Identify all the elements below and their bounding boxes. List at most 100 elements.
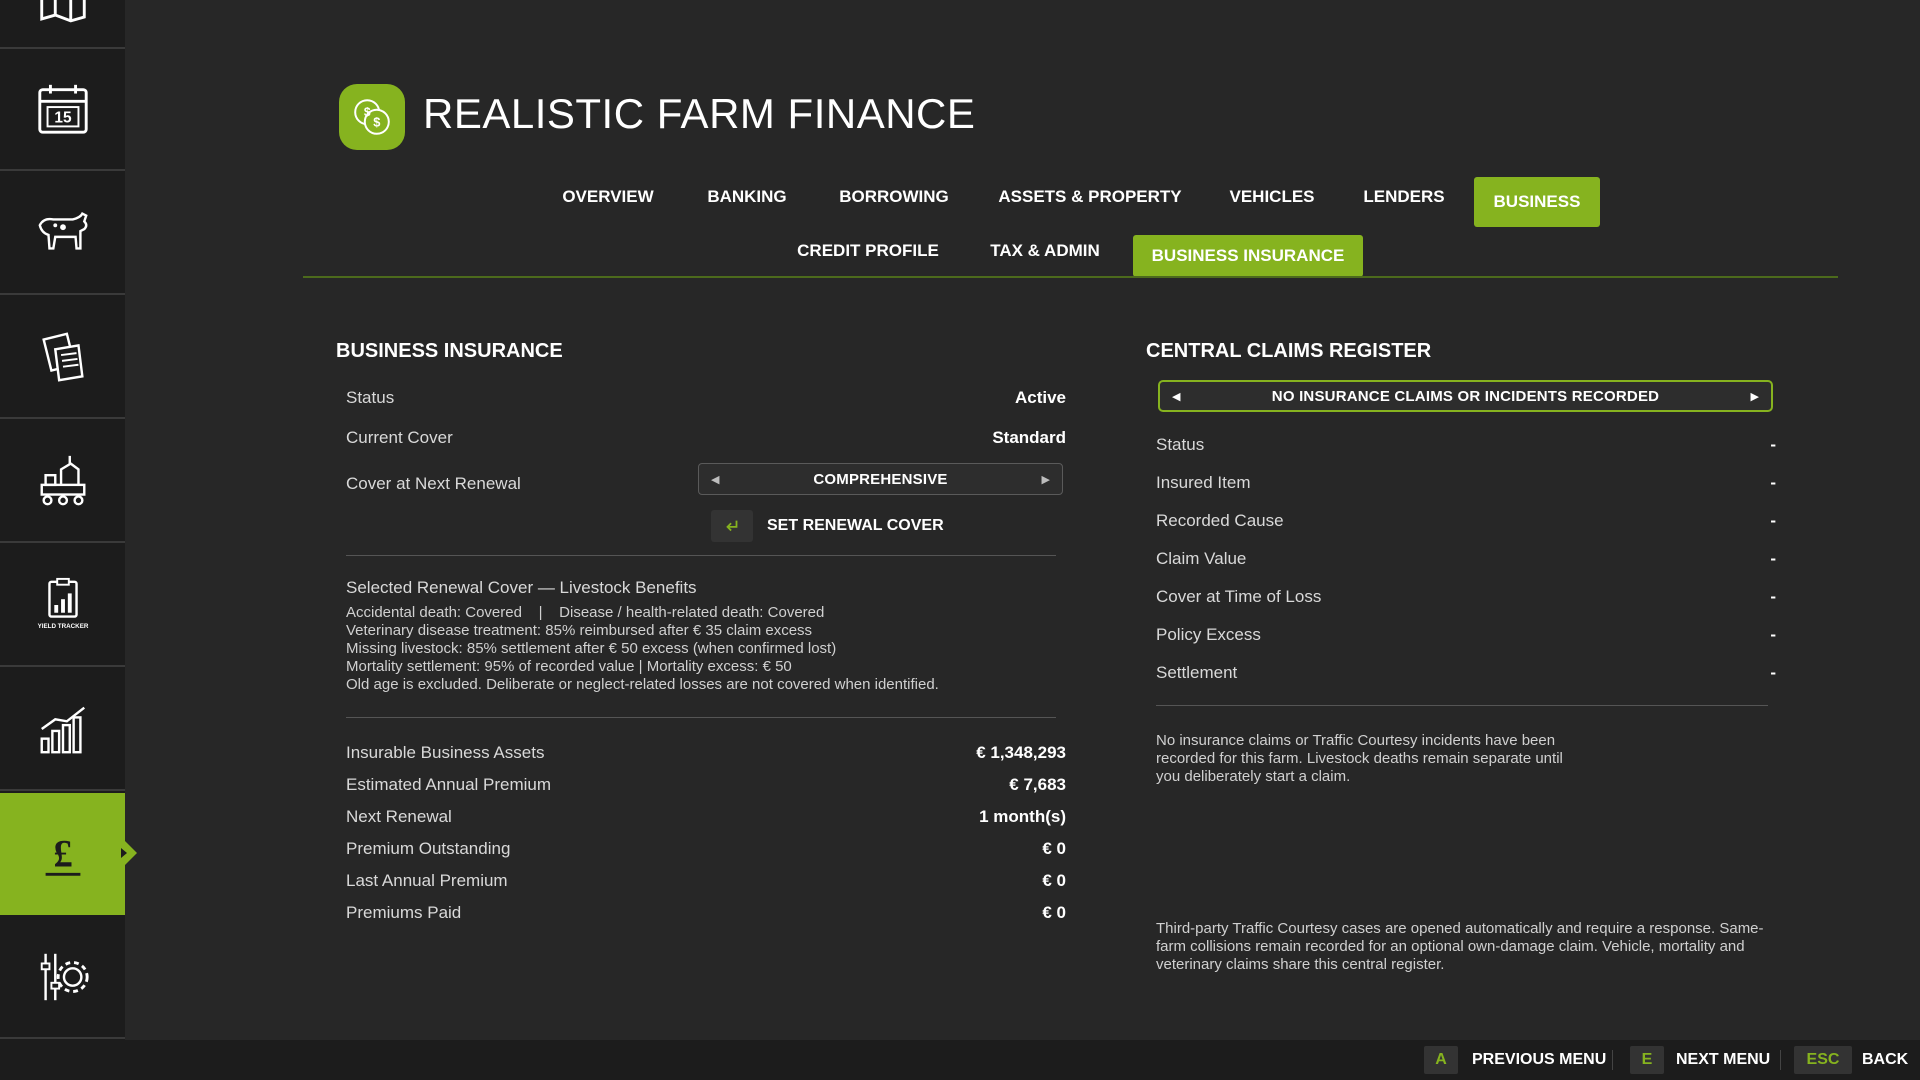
cow-icon — [38, 212, 88, 250]
summary-value: € 1,348,293 — [976, 743, 1066, 762]
status-value: Active — [1014, 388, 1066, 407]
pound-icon: £ — [45, 834, 80, 876]
summary-value: € 7,683 — [1009, 775, 1066, 794]
claims-selector[interactable]: ◀ NO INSURANCE CLAIMS OR INCIDENTS RECOR… — [1158, 380, 1773, 412]
claim-row-value: - — [1770, 473, 1776, 492]
benefit-line: Veterinary disease treatment: 85% reimbu… — [346, 622, 813, 639]
sidebar-item-finance[interactable]: £ — [0, 793, 137, 915]
claims-footnote: Third-party Traffic Courtesy cases are o… — [1156, 920, 1764, 973]
claim-row-value: - — [1770, 587, 1776, 606]
coins-icon: $ $ — [354, 99, 390, 135]
claim-row-label: Insured Item — [1156, 473, 1251, 492]
tab-vehicles[interactable]: VEHICLES — [1216, 172, 1328, 222]
app-logo: $ $ — [339, 84, 405, 150]
tab-business[interactable]: BUSINESS — [1474, 177, 1600, 227]
active-pointer-inner — [121, 848, 127, 858]
confirm-return-icon — [711, 510, 753, 542]
current-cover-value: Standard — [992, 428, 1066, 447]
next-menu-label[interactable]: NEXT MENU — [1676, 1046, 1770, 1074]
claim-row-value: - — [1770, 549, 1776, 568]
divider — [346, 555, 1056, 556]
summary-label: Premiums Paid — [346, 903, 462, 922]
back-label[interactable]: BACK — [1862, 1046, 1908, 1074]
summary-label: Last Annual Premium — [346, 871, 508, 890]
tab-borrowing[interactable]: BORROWING — [826, 172, 962, 222]
benefit-line: Missing livestock: 85% settlement after … — [346, 640, 837, 657]
back-key[interactable]: ESC — [1794, 1046, 1852, 1074]
calendar-icon: 15 — [37, 84, 88, 134]
tab-lenders[interactable]: LENDERS — [1352, 172, 1456, 222]
sidebar-item-contracts[interactable] — [0, 297, 125, 419]
summary-value: 1 month(s) — [979, 807, 1066, 826]
claims-title: CENTRAL CLAIMS REGISTER — [1146, 340, 1432, 362]
next-renewal-cover-label: Cover at Next Renewal — [346, 474, 521, 493]
claims-note: No insurance claims or Traffic Courtesy … — [1156, 732, 1563, 785]
stats-chart-icon — [40, 706, 85, 754]
tab-banking[interactable]: BANKING — [692, 172, 802, 222]
tab-credit-profile[interactable]: CREDIT PROFILE — [790, 226, 946, 276]
sidebar-item-map[interactable] — [0, 0, 125, 49]
arrow-right-icon[interactable]: ▶ — [1751, 390, 1759, 403]
tab-tax-admin[interactable]: TAX & ADMIN — [978, 226, 1112, 276]
sidebar-item-settings[interactable] — [0, 917, 125, 1039]
svg-text:$: $ — [364, 105, 371, 119]
divider — [1156, 705, 1768, 706]
claims-selector-value: NO INSURANCE CLAIMS OR INCIDENTS RECORDE… — [1271, 387, 1660, 405]
svg-text:15: 15 — [54, 110, 72, 127]
benefit-line: Accidental death: Covered | Disease / he… — [346, 604, 825, 621]
renewal-cover-selector[interactable]: ◀ COMPREHENSIVE ▶ — [698, 463, 1063, 495]
yield-tracker-icon: YIELD TRACKER — [37, 577, 88, 630]
summary-label: Premium Outstanding — [346, 839, 511, 858]
arrow-left-icon[interactable]: ◀ — [711, 473, 719, 486]
claim-row-value: - — [1770, 625, 1776, 644]
renewal-cover-value: COMPREHENSIVE — [813, 470, 948, 488]
next-menu-key[interactable]: E — [1630, 1046, 1664, 1074]
sidebar-item-statistics[interactable] — [0, 669, 125, 791]
map-icon — [39, 0, 86, 23]
claim-row-value: - — [1770, 435, 1776, 454]
summary-label: Estimated Annual Premium — [346, 775, 552, 794]
current-cover-label: Current Cover — [346, 428, 453, 447]
sidebar: 15 YIELD TRACKER £ — [0, 0, 137, 1040]
claim-row-value: - — [1770, 663, 1776, 682]
svg-text:$: $ — [373, 115, 380, 130]
footer-separator — [1612, 1050, 1613, 1070]
summary-label: Insurable Business Assets — [346, 743, 545, 762]
benefit-line: Mortality settlement: 95% of recorded va… — [346, 658, 792, 675]
tab-business-insurance[interactable]: BUSINESS INSURANCE — [1133, 235, 1363, 277]
summary-value: € 0 — [1042, 871, 1066, 890]
claim-row-label: Policy Excess — [1156, 625, 1261, 644]
app-title: REALISTIC FARM FINANCE — [423, 90, 976, 137]
sidebar-item-yield-tracker[interactable]: YIELD TRACKER — [0, 545, 125, 667]
tab-divider — [303, 276, 1838, 278]
sidebar-item-calendar[interactable]: 15 — [0, 49, 125, 171]
summary-value: € 0 — [1042, 903, 1066, 922]
insurance-title: BUSINESS INSURANCE — [336, 340, 563, 362]
sidebar-item-animals[interactable] — [0, 173, 125, 295]
divider — [346, 717, 1056, 718]
arrow-left-icon[interactable]: ◀ — [1172, 390, 1180, 403]
claim-row-label: Claim Value — [1156, 549, 1247, 568]
set-renewal-cover-button[interactable]: SET RENEWAL COVER — [711, 510, 944, 542]
arrow-right-icon[interactable]: ▶ — [1042, 473, 1050, 486]
settings-icon — [40, 953, 89, 1001]
tab-assets-property[interactable]: ASSETS & PROPERTY — [990, 172, 1190, 222]
benefit-line: Old age is excluded. Deliberate or negle… — [346, 676, 939, 693]
sidebar-item-production[interactable] — [0, 421, 125, 543]
footer-separator — [1780, 1050, 1781, 1070]
summary-label: Next Renewal — [346, 807, 452, 826]
benefits-title: Selected Renewal Cover — Livestock Benef… — [346, 578, 697, 597]
contracts-icon — [41, 332, 84, 382]
svg-text:£: £ — [53, 834, 72, 876]
claim-row-label: Settlement — [1156, 663, 1238, 682]
tab-overview[interactable]: OVERVIEW — [548, 172, 668, 222]
claim-row-value: - — [1770, 511, 1776, 530]
claim-row-label: Cover at Time of Loss — [1156, 587, 1322, 606]
claim-row-label: Recorded Cause — [1156, 511, 1284, 530]
prev-menu-key[interactable]: A — [1424, 1046, 1458, 1074]
claim-row-label: Status — [1156, 435, 1205, 454]
set-renewal-cover-label: SET RENEWAL COVER — [767, 517, 944, 534]
prev-menu-label[interactable]: PREVIOUS MENU — [1472, 1046, 1606, 1074]
svg-text:YIELD TRACKER: YIELD TRACKER — [37, 623, 88, 630]
status-label: Status — [346, 388, 395, 407]
